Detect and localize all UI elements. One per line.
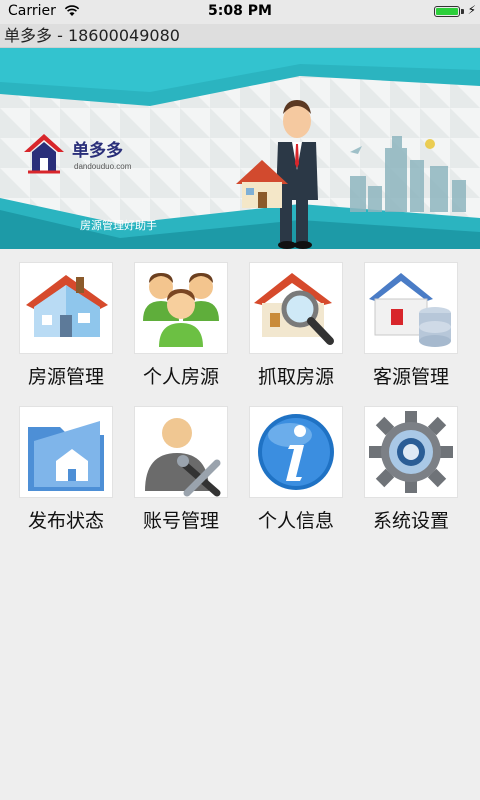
menu-item-system-settings[interactable]: 系统设置 bbox=[361, 406, 461, 544]
logo-name: 单多多 bbox=[72, 140, 123, 160]
battery-tip bbox=[461, 9, 464, 14]
menu-item-label: 房源管理 bbox=[27, 366, 104, 388]
user-tools-icon bbox=[134, 406, 228, 498]
house-search-icon bbox=[249, 262, 343, 354]
folder-house-icon bbox=[19, 406, 113, 498]
banner-slogan: 房源管理好助手 bbox=[80, 218, 157, 232]
menu-item-property-management[interactable]: 房源管理 bbox=[16, 262, 116, 400]
app-title: 单多多 - 18600049080 bbox=[4, 26, 180, 45]
menu-item-label: 系统设置 bbox=[372, 510, 449, 532]
people-group-icon bbox=[134, 262, 228, 354]
clock: 5:08 PM bbox=[208, 3, 272, 19]
battery-icon bbox=[434, 6, 460, 17]
app-title-bar: 单多多 - 18600049080 bbox=[0, 24, 480, 48]
menu-item-publish-status[interactable]: 发布状态 bbox=[16, 406, 116, 544]
menu-item-account-management[interactable]: 账号管理 bbox=[131, 406, 231, 544]
menu-item-label: 账号管理 bbox=[142, 510, 219, 532]
menu-item-fetch-listings[interactable]: 抓取房源 bbox=[246, 262, 346, 400]
gear-icon bbox=[364, 406, 458, 498]
menu-item-label: 个人房源 bbox=[142, 366, 219, 388]
menu-item-label: 客源管理 bbox=[372, 366, 449, 388]
menu-item-personal-listings[interactable]: 个人房源 bbox=[131, 262, 231, 400]
house-icon bbox=[19, 262, 113, 354]
logo-domain: dandouduo.com bbox=[74, 162, 132, 171]
menu-item-label: 抓取房源 bbox=[257, 366, 334, 388]
info-icon bbox=[249, 406, 343, 498]
charging-icon: ⚡ bbox=[467, 3, 476, 17]
menu-item-personal-info[interactable]: 个人信息 bbox=[246, 406, 346, 544]
menu-item-client-management[interactable]: 客源管理 bbox=[361, 262, 461, 400]
status-bar: Carrier 5:08 PM ⚡ bbox=[0, 0, 480, 24]
banner: 单多多 dandouduo.com 房源管理好助手 bbox=[0, 48, 480, 249]
house-database-icon bbox=[364, 262, 458, 354]
menu-item-label: 发布状态 bbox=[27, 510, 104, 532]
menu-item-label: 个人信息 bbox=[257, 510, 334, 532]
